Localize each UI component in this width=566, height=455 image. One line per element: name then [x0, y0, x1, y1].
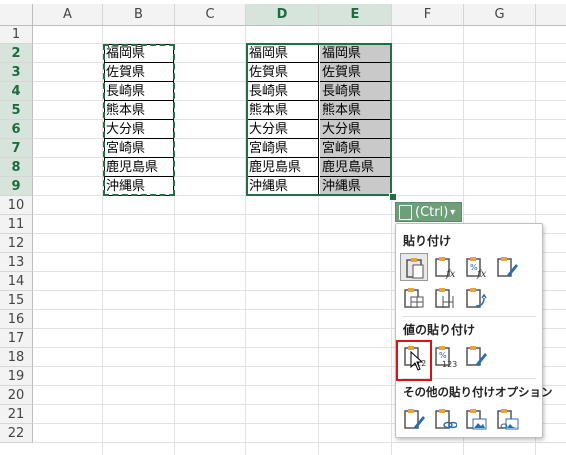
paste-formatting-icon[interactable] [400, 405, 428, 433]
gridline [33, 214, 566, 215]
column-header-blank [536, 4, 566, 26]
column-header-b[interactable]: B [103, 4, 175, 26]
other-paste-options-heading: その他の貼り付けオプション [403, 385, 553, 399]
row-header-10[interactable]: 10 [0, 196, 33, 215]
row-header-18[interactable]: 18 [0, 348, 33, 367]
row-header-2[interactable]: 2 [0, 44, 33, 63]
column-header-c[interactable]: C [175, 4, 246, 26]
paste-options-menu: 貼り付け fx %fx 値の貼り付け 123 %123 [395, 223, 553, 438]
row-header-14[interactable]: 14 [0, 272, 33, 291]
fill-handle[interactable] [389, 193, 397, 201]
row-header-22[interactable]: 22 [0, 424, 33, 443]
column-header-e[interactable]: E [319, 4, 392, 26]
row-header-20[interactable]: 20 [0, 386, 33, 405]
row-header-5[interactable]: 5 [0, 101, 33, 120]
paste-link-icon[interactable] [431, 405, 459, 433]
svg-text:fx: fx [476, 269, 487, 279]
spreadsheet: A B C D E F G 1 2 3 4 5 6 7 8 9 10 11 12… [0, 0, 566, 455]
column-header-d[interactable]: D [246, 4, 319, 26]
paste-section-heading: 貼り付け [403, 234, 452, 248]
paste-formulas-icon[interactable]: fx [431, 253, 459, 281]
copy-marquee [103, 44, 175, 196]
row-header-3[interactable]: 3 [0, 63, 33, 82]
selection-range [246, 43, 392, 196]
row-header-6[interactable]: 6 [0, 120, 33, 139]
paste-formulas-number-format-icon[interactable]: % fx [462, 253, 490, 281]
paste-keep-source-formatting-icon[interactable] [493, 253, 521, 281]
row-header-21[interactable]: 21 [0, 405, 33, 424]
column-header-a[interactable]: A [33, 4, 103, 26]
paste-transpose-icon[interactable] [462, 284, 490, 312]
row-header-1[interactable]: 1 [0, 26, 33, 44]
svg-text:fx: fx [445, 269, 456, 279]
paste-values-number-format-icon[interactable]: % 123 [431, 342, 459, 370]
row-header-13[interactable]: 13 [0, 253, 33, 272]
select-all-corner[interactable] [0, 4, 33, 26]
paste-linked-picture-icon[interactable] [493, 405, 521, 433]
paste-values-section-heading: 値の貼り付け [403, 323, 476, 337]
column-header-f[interactable]: F [392, 4, 464, 26]
paste-values-source-formatting-icon[interactable] [462, 342, 490, 370]
svg-text:%: % [439, 351, 447, 360]
row-header-11[interactable]: 11 [0, 215, 33, 234]
mouse-cursor-icon [410, 351, 424, 371]
gridline [33, 442, 566, 443]
row-header-9[interactable]: 9 [0, 177, 33, 196]
menu-divider [402, 316, 536, 317]
svg-text:123: 123 [442, 360, 457, 368]
row-header-8[interactable]: 8 [0, 158, 33, 177]
paste-options-button[interactable]: (Ctrl) ▾ [395, 202, 462, 222]
row-header-15[interactable]: 15 [0, 291, 33, 310]
row-header-17[interactable]: 17 [0, 329, 33, 348]
paste-no-borders-icon[interactable] [400, 284, 428, 312]
paste-options-label: (Ctrl) [415, 204, 449, 220]
row-header-19[interactable]: 19 [0, 367, 33, 386]
row-header-4[interactable]: 4 [0, 82, 33, 101]
paste-icon[interactable] [400, 253, 428, 281]
row-header-12[interactable]: 12 [0, 234, 33, 253]
clipboard-icon [399, 204, 412, 220]
chevron-down-icon: ▾ [450, 206, 456, 218]
row-header-16[interactable]: 16 [0, 310, 33, 329]
paste-picture-icon[interactable] [462, 405, 490, 433]
paste-keep-column-widths-icon[interactable] [431, 284, 459, 312]
row-header-7[interactable]: 7 [0, 139, 33, 158]
column-header-g[interactable]: G [464, 4, 536, 26]
